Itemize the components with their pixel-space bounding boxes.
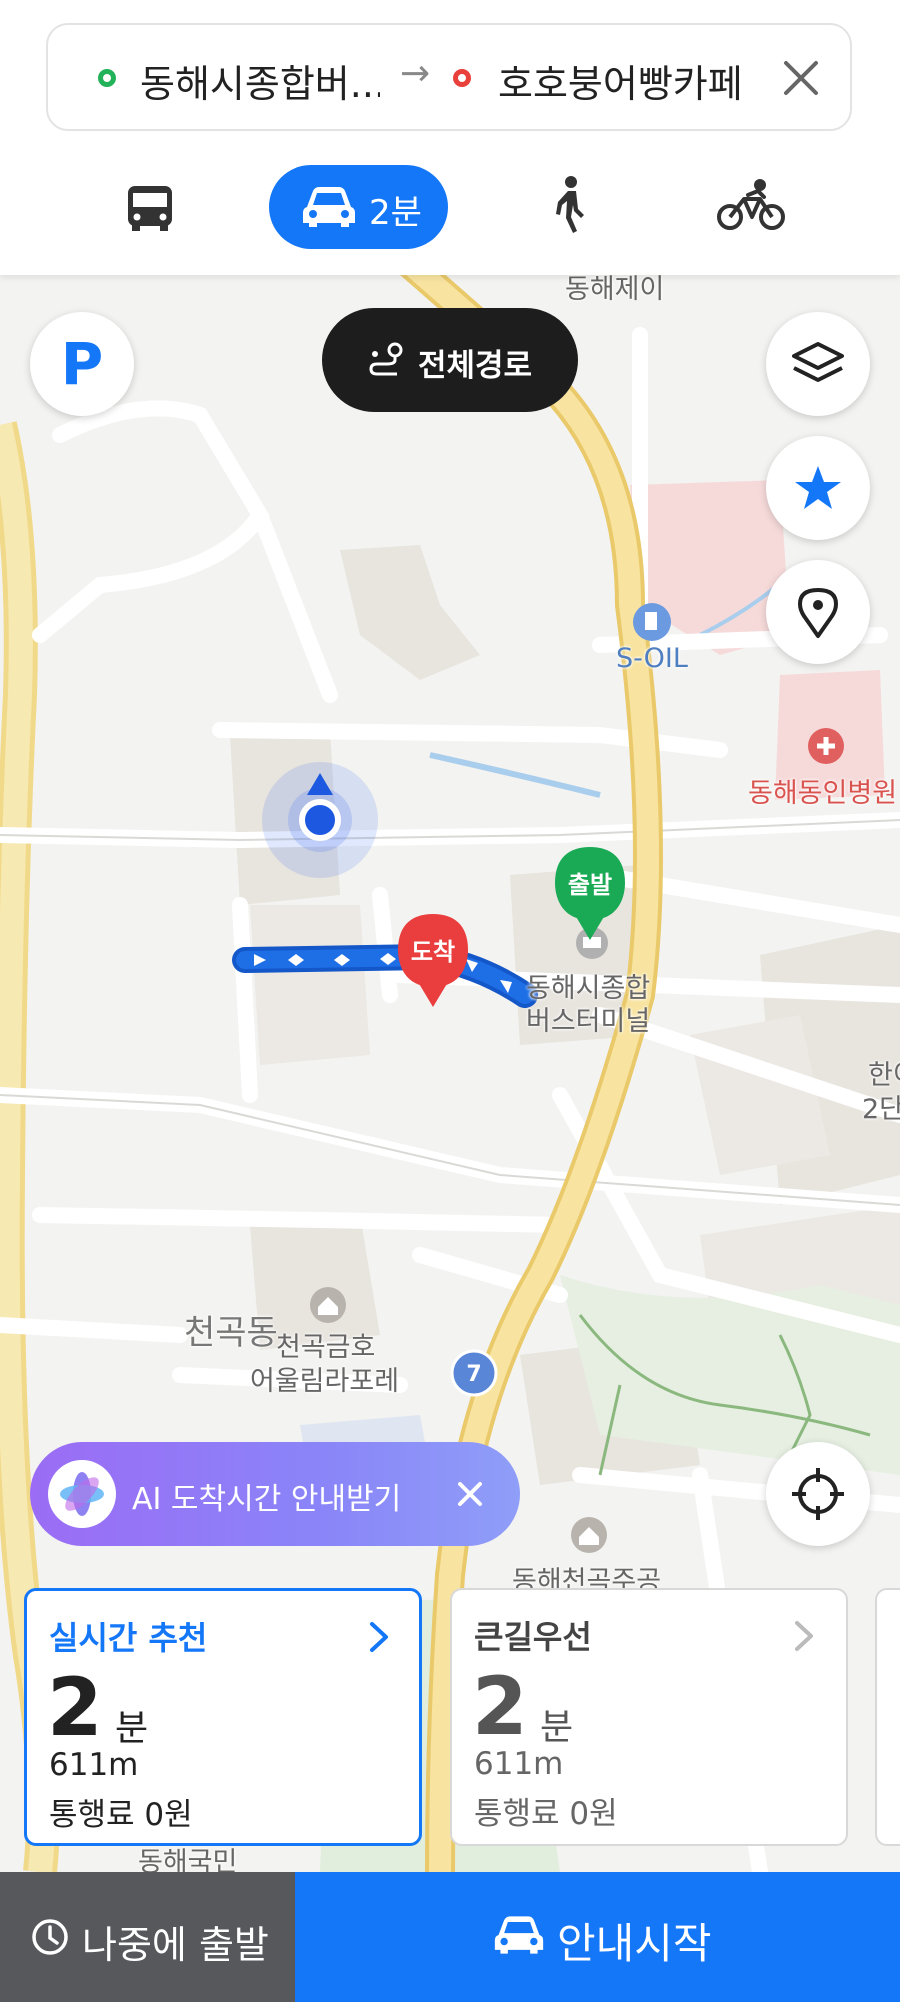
parking-icon: P <box>60 330 104 398</box>
end-pin-label: 도착 <box>410 938 456 966</box>
map-label-road: 동해제이 <box>565 275 665 305</box>
clock-icon <box>32 1919 68 1955</box>
road-number-badge: 7 <box>466 1362 482 1387</box>
car-icon <box>303 187 355 227</box>
layers-icon <box>792 342 844 382</box>
route-card-distance: 611m <box>49 1747 139 1783</box>
route-card-title: 큰길우선 <box>474 1618 592 1656</box>
map-label-hospital: 동해동인병원 <box>748 778 898 809</box>
chevron-right-icon <box>795 1621 813 1651</box>
route-card-time-unit: 분 <box>540 1707 574 1748</box>
chevron-right-icon <box>370 1622 388 1652</box>
full-route-label: 전체경로 <box>418 348 533 384</box>
crosshair-icon <box>792 1468 844 1520</box>
location-pin-icon <box>798 588 838 638</box>
route-card-title: 실시간 추천 <box>49 1619 208 1657</box>
tab-bus[interactable] <box>120 165 180 249</box>
route-card-recommended[interactable]: 실시간 추천 2 분 611m 통행료 0원 <box>24 1588 422 1846</box>
ai-logo-icon <box>48 1460 116 1528</box>
transport-mode-tabs: 2분 <box>0 165 900 249</box>
parking-button[interactable]: P <box>30 312 134 416</box>
map-label-apartment-line2: 어울림라포레 <box>250 1366 400 1397</box>
destination-field[interactable]: 호호붕어빵카페 <box>498 53 788 108</box>
depart-later-label: 나중에 출발 <box>82 1923 269 1967</box>
origin-field[interactable]: 동해시종합버... <box>140 53 380 108</box>
bus-icon <box>128 186 172 231</box>
route-card-partial[interactable] <box>875 1588 900 1846</box>
arrow-right-icon: → <box>400 53 431 94</box>
map-label-district: 천곡동 <box>184 1313 278 1353</box>
depart-later-button[interactable]: 나중에 출발 <box>0 1872 295 2002</box>
route-card-time: 2 <box>472 1660 528 1753</box>
start-pin-label: 출발 <box>567 871 613 899</box>
bike-icon <box>717 179 785 230</box>
ai-banner-text: AI 도착시간 안내받기 <box>132 1482 402 1517</box>
route-card-time: 2 <box>47 1661 103 1754</box>
origin-dot-icon <box>98 69 116 87</box>
map-label-terminal-line2: 버스터미널 <box>526 1006 651 1037</box>
route-search-bar[interactable]: 동해시종합버... → 호호붕어빵카페 <box>46 23 852 131</box>
route-card-main-road[interactable]: 큰길우선 2 분 611m 통행료 0원 <box>450 1588 848 1846</box>
tab-walk[interactable] <box>540 165 600 249</box>
destination-dot-icon <box>453 69 471 87</box>
start-navigation-label: 안내시작 <box>557 1919 712 1968</box>
map-label-gas-station: S-OIL <box>616 643 688 674</box>
car-time-label: 2분 <box>369 193 422 233</box>
layers-button[interactable] <box>766 312 870 416</box>
favorites-button[interactable] <box>766 436 870 540</box>
star-icon <box>795 466 841 509</box>
ai-arrival-banner[interactable]: AI 도착시간 안내받기 <box>30 1442 520 1546</box>
start-navigation-button[interactable]: 안내시작 <box>295 1872 900 2002</box>
tab-bike[interactable] <box>716 165 786 249</box>
route-icon <box>369 342 403 376</box>
bottom-action-bar: 나중에 출발 안내시작 <box>0 1872 900 2002</box>
walk-icon <box>556 176 584 233</box>
car-icon <box>494 1916 544 1954</box>
ai-banner-close-icon[interactable] <box>450 1474 490 1514</box>
close-icon[interactable] <box>774 51 828 105</box>
route-card-distance: 611m <box>474 1746 564 1782</box>
route-card-time-unit: 분 <box>115 1708 149 1749</box>
route-card-toll: 통행료 0원 <box>49 1797 193 1833</box>
place-pin-button[interactable] <box>766 560 870 664</box>
top-panel: 동해시종합버... → 호호붕어빵카페 2분 <box>0 0 900 275</box>
my-location-button[interactable] <box>766 1442 870 1546</box>
full-route-button[interactable]: 전체경로 <box>322 308 578 412</box>
route-card-toll: 통행료 0원 <box>474 1796 618 1832</box>
tab-car[interactable]: 2분 <box>269 165 448 249</box>
map-label-right-2: 2단 <box>862 1094 900 1125</box>
